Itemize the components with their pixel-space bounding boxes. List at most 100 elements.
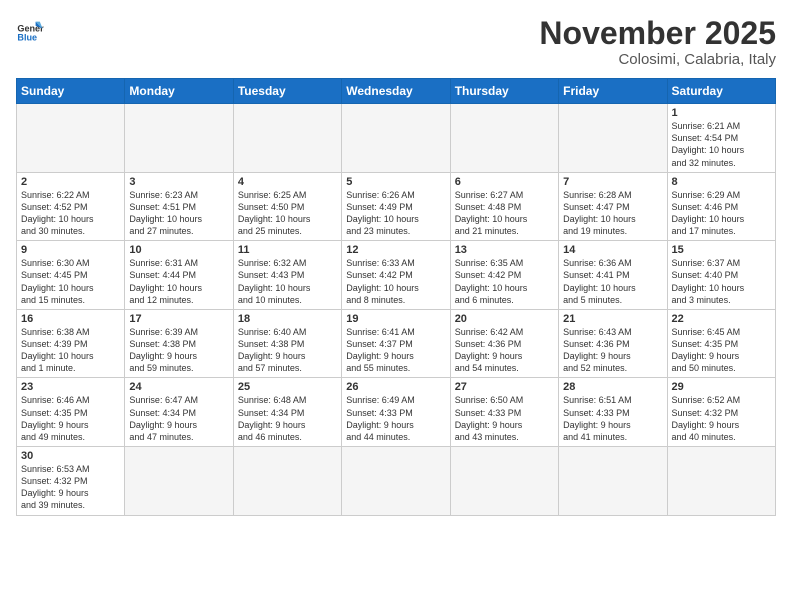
day-info: Sunrise: 6:27 AM Sunset: 4:48 PM Dayligh… [455, 189, 554, 238]
table-row: 24Sunrise: 6:47 AM Sunset: 4:34 PM Dayli… [125, 378, 233, 447]
day-info: Sunrise: 6:22 AM Sunset: 4:52 PM Dayligh… [21, 189, 120, 238]
table-row [559, 447, 667, 516]
table-row: 20Sunrise: 6:42 AM Sunset: 4:36 PM Dayli… [450, 309, 558, 378]
day-number: 27 [455, 381, 554, 393]
logo: General Blue [16, 16, 44, 44]
table-row: 19Sunrise: 6:41 AM Sunset: 4:37 PM Dayli… [342, 309, 450, 378]
day-info: Sunrise: 6:50 AM Sunset: 4:33 PM Dayligh… [455, 394, 554, 443]
day-number: 21 [563, 313, 662, 325]
header: General Blue November 2025 Colosimi, Cal… [16, 16, 776, 68]
day-info: Sunrise: 6:46 AM Sunset: 4:35 PM Dayligh… [21, 394, 120, 443]
day-info: Sunrise: 6:53 AM Sunset: 4:32 PM Dayligh… [21, 463, 120, 512]
table-row [17, 104, 125, 173]
calendar-header-row: Sunday Monday Tuesday Wednesday Thursday… [17, 79, 776, 104]
table-row: 6Sunrise: 6:27 AM Sunset: 4:48 PM Daylig… [450, 172, 558, 241]
day-info: Sunrise: 6:26 AM Sunset: 4:49 PM Dayligh… [346, 189, 445, 238]
day-number: 1 [672, 107, 771, 119]
table-row: 15Sunrise: 6:37 AM Sunset: 4:40 PM Dayli… [667, 241, 775, 310]
col-wednesday: Wednesday [342, 79, 450, 104]
day-number: 3 [129, 176, 228, 188]
table-row [233, 447, 341, 516]
day-number: 15 [672, 244, 771, 256]
day-number: 14 [563, 244, 662, 256]
day-number: 4 [238, 176, 337, 188]
day-info: Sunrise: 6:29 AM Sunset: 4:46 PM Dayligh… [672, 189, 771, 238]
title-block: November 2025 Colosimi, Calabria, Italy [539, 16, 776, 68]
table-row: 28Sunrise: 6:51 AM Sunset: 4:33 PM Dayli… [559, 378, 667, 447]
day-number: 18 [238, 313, 337, 325]
col-saturday: Saturday [667, 79, 775, 104]
day-number: 10 [129, 244, 228, 256]
month-title: November 2025 [539, 16, 776, 51]
day-info: Sunrise: 6:38 AM Sunset: 4:39 PM Dayligh… [21, 326, 120, 375]
calendar-week-row: 23Sunrise: 6:46 AM Sunset: 4:35 PM Dayli… [17, 378, 776, 447]
day-number: 26 [346, 381, 445, 393]
table-row [233, 104, 341, 173]
day-info: Sunrise: 6:21 AM Sunset: 4:54 PM Dayligh… [672, 120, 771, 169]
day-number: 28 [563, 381, 662, 393]
day-info: Sunrise: 6:48 AM Sunset: 4:34 PM Dayligh… [238, 394, 337, 443]
col-monday: Monday [125, 79, 233, 104]
table-row [342, 104, 450, 173]
location-title: Colosimi, Calabria, Italy [539, 51, 776, 68]
day-info: Sunrise: 6:49 AM Sunset: 4:33 PM Dayligh… [346, 394, 445, 443]
table-row [342, 447, 450, 516]
table-row: 29Sunrise: 6:52 AM Sunset: 4:32 PM Dayli… [667, 378, 775, 447]
day-info: Sunrise: 6:47 AM Sunset: 4:34 PM Dayligh… [129, 394, 228, 443]
table-row: 22Sunrise: 6:45 AM Sunset: 4:35 PM Dayli… [667, 309, 775, 378]
table-row: 18Sunrise: 6:40 AM Sunset: 4:38 PM Dayli… [233, 309, 341, 378]
table-row: 11Sunrise: 6:32 AM Sunset: 4:43 PM Dayli… [233, 241, 341, 310]
table-row [125, 104, 233, 173]
table-row: 2Sunrise: 6:22 AM Sunset: 4:52 PM Daylig… [17, 172, 125, 241]
table-row: 25Sunrise: 6:48 AM Sunset: 4:34 PM Dayli… [233, 378, 341, 447]
table-row [667, 447, 775, 516]
table-row: 27Sunrise: 6:50 AM Sunset: 4:33 PM Dayli… [450, 378, 558, 447]
table-row: 14Sunrise: 6:36 AM Sunset: 4:41 PM Dayli… [559, 241, 667, 310]
day-info: Sunrise: 6:51 AM Sunset: 4:33 PM Dayligh… [563, 394, 662, 443]
table-row: 9Sunrise: 6:30 AM Sunset: 4:45 PM Daylig… [17, 241, 125, 310]
day-info: Sunrise: 6:41 AM Sunset: 4:37 PM Dayligh… [346, 326, 445, 375]
day-number: 8 [672, 176, 771, 188]
day-number: 6 [455, 176, 554, 188]
day-number: 19 [346, 313, 445, 325]
col-tuesday: Tuesday [233, 79, 341, 104]
day-info: Sunrise: 6:43 AM Sunset: 4:36 PM Dayligh… [563, 326, 662, 375]
table-row [450, 447, 558, 516]
day-info: Sunrise: 6:28 AM Sunset: 4:47 PM Dayligh… [563, 189, 662, 238]
day-number: 16 [21, 313, 120, 325]
table-row: 30Sunrise: 6:53 AM Sunset: 4:32 PM Dayli… [17, 447, 125, 516]
day-info: Sunrise: 6:35 AM Sunset: 4:42 PM Dayligh… [455, 257, 554, 306]
table-row: 23Sunrise: 6:46 AM Sunset: 4:35 PM Dayli… [17, 378, 125, 447]
day-number: 9 [21, 244, 120, 256]
col-sunday: Sunday [17, 79, 125, 104]
day-number: 7 [563, 176, 662, 188]
table-row [559, 104, 667, 173]
day-info: Sunrise: 6:33 AM Sunset: 4:42 PM Dayligh… [346, 257, 445, 306]
day-number: 12 [346, 244, 445, 256]
col-friday: Friday [559, 79, 667, 104]
table-row: 8Sunrise: 6:29 AM Sunset: 4:46 PM Daylig… [667, 172, 775, 241]
calendar-week-row: 1Sunrise: 6:21 AM Sunset: 4:54 PM Daylig… [17, 104, 776, 173]
calendar: Sunday Monday Tuesday Wednesday Thursday… [16, 78, 776, 515]
day-number: 25 [238, 381, 337, 393]
table-row: 1Sunrise: 6:21 AM Sunset: 4:54 PM Daylig… [667, 104, 775, 173]
day-number: 29 [672, 381, 771, 393]
day-number: 30 [21, 450, 120, 462]
calendar-week-row: 2Sunrise: 6:22 AM Sunset: 4:52 PM Daylig… [17, 172, 776, 241]
day-number: 17 [129, 313, 228, 325]
svg-text:Blue: Blue [17, 33, 37, 43]
generalblue-logo-icon: General Blue [16, 16, 44, 44]
day-info: Sunrise: 6:37 AM Sunset: 4:40 PM Dayligh… [672, 257, 771, 306]
day-number: 13 [455, 244, 554, 256]
table-row: 26Sunrise: 6:49 AM Sunset: 4:33 PM Dayli… [342, 378, 450, 447]
table-row [450, 104, 558, 173]
table-row [125, 447, 233, 516]
calendar-week-row: 9Sunrise: 6:30 AM Sunset: 4:45 PM Daylig… [17, 241, 776, 310]
page: General Blue November 2025 Colosimi, Cal… [0, 0, 792, 612]
table-row: 16Sunrise: 6:38 AM Sunset: 4:39 PM Dayli… [17, 309, 125, 378]
col-thursday: Thursday [450, 79, 558, 104]
day-number: 20 [455, 313, 554, 325]
table-row: 17Sunrise: 6:39 AM Sunset: 4:38 PM Dayli… [125, 309, 233, 378]
table-row: 4Sunrise: 6:25 AM Sunset: 4:50 PM Daylig… [233, 172, 341, 241]
calendar-week-row: 30Sunrise: 6:53 AM Sunset: 4:32 PM Dayli… [17, 447, 776, 516]
